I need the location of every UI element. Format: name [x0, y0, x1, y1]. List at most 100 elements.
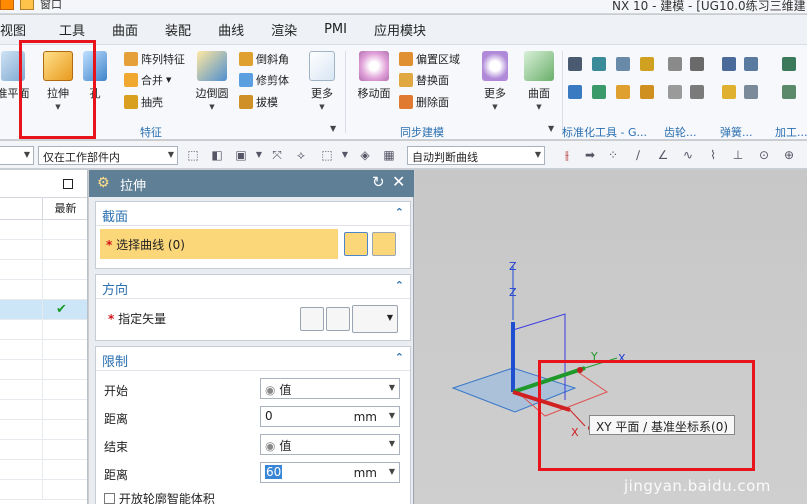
points-icon[interactable]: ⁘: [606, 148, 620, 162]
move-face-button[interactable]: 移动面: [354, 51, 394, 101]
process-tool-icon[interactable]: [782, 57, 796, 71]
start-type-select[interactable]: ◉ 值 ▼: [260, 378, 400, 399]
table-row[interactable]: [0, 340, 87, 360]
window-menu[interactable]: 窗口: [40, 0, 62, 12]
snap-icon[interactable]: ▣: [234, 148, 248, 162]
gear-tool-icon[interactable]: [690, 85, 704, 99]
feature-icon[interactable]: ⟡: [294, 148, 308, 162]
chamfer-button[interactable]: 倒斜角: [239, 51, 289, 67]
reverse-direction-icon[interactable]: [300, 307, 324, 331]
menu-assembly[interactable]: 装配: [155, 20, 208, 39]
center-icon[interactable]: ⊕: [782, 148, 796, 162]
table-row[interactable]: [0, 440, 87, 460]
body-icon[interactable]: ▦: [382, 148, 396, 162]
table-row[interactable]: [0, 380, 87, 400]
more-sync-dropdown-icon[interactable]: ▼: [492, 103, 497, 111]
table-row[interactable]: [0, 240, 87, 260]
std-tool-icon[interactable]: [568, 57, 582, 71]
reset-icon[interactable]: ↻: [372, 173, 385, 191]
more-sync-button[interactable]: 更多 ▼: [478, 51, 512, 111]
std-tool-icon[interactable]: [616, 85, 630, 99]
menu-surface[interactable]: 曲面: [102, 20, 155, 39]
select-icon[interactable]: ◧: [210, 148, 224, 162]
curve-select-icon[interactable]: [372, 232, 396, 256]
surface-button[interactable]: 曲面 ▼: [521, 51, 557, 111]
menu-tools[interactable]: 工具: [43, 20, 102, 39]
curve-rule-select[interactable]: 自动判断曲线 ▼: [407, 146, 545, 165]
offset-region-button[interactable]: 偏置区域: [399, 51, 460, 67]
gear-tool-icon[interactable]: [668, 85, 682, 99]
tangent-icon[interactable]: ∠: [656, 148, 670, 162]
std-tool-icon[interactable]: [616, 57, 630, 71]
direction-header[interactable]: 方向 ⌃: [96, 275, 410, 299]
pattern-feature-button[interactable]: 阵列特征: [124, 51, 185, 67]
chevron-up-icon[interactable]: ⌃: [395, 351, 404, 364]
arrow-right-icon[interactable]: ➡: [583, 148, 597, 162]
spring-tool-icon[interactable]: [722, 57, 736, 71]
circle-point-icon[interactable]: ⊙: [757, 148, 771, 162]
filter-icon[interactable]: ⬚: [186, 148, 200, 162]
table-row[interactable]: [0, 220, 87, 240]
line-icon[interactable]: ∕: [631, 148, 645, 162]
table-row[interactable]: [0, 400, 87, 420]
chevron-up-icon[interactable]: ⌃: [395, 206, 404, 219]
shell-button[interactable]: 抽壳: [124, 94, 163, 110]
move-icon[interactable]: ⤧: [270, 148, 284, 162]
table-row-selected[interactable]: ✔: [0, 300, 87, 320]
end-type-select[interactable]: ◉ 值 ▼: [260, 434, 400, 455]
process-tool-icon[interactable]: [782, 85, 796, 99]
edge-blend-button[interactable]: 边倒圆 ▼: [193, 51, 231, 111]
table-row[interactable]: [0, 260, 87, 280]
spring-tool-icon[interactable]: [722, 85, 736, 99]
menu-view[interactable]: 视图: [0, 20, 43, 39]
unite-dropdown-icon[interactable]: ▼: [166, 76, 171, 84]
table-row[interactable]: [0, 320, 87, 340]
replace-face-button[interactable]: 替换面: [399, 72, 449, 88]
gear-icon[interactable]: ⚙: [97, 175, 110, 191]
end-distance-input[interactable]: 60 mm ▼: [260, 462, 400, 483]
table-row[interactable]: [0, 360, 87, 380]
delete-face-button[interactable]: 删除面: [399, 94, 449, 110]
box-select-dropdown-icon[interactable]: ▼: [338, 148, 352, 162]
select-curve-field[interactable]: * 选择曲线 (0): [100, 229, 338, 259]
vector-type-select[interactable]: ▼: [352, 305, 398, 333]
gear-tool-icon[interactable]: [690, 57, 704, 71]
selection-scope-select[interactable]: 仅在工作部件内 ▼: [38, 146, 178, 165]
unite-button[interactable]: 合并 ▼: [124, 72, 171, 88]
vector-dialog-icon[interactable]: [326, 307, 350, 331]
nx-logo-icon[interactable]: [0, 0, 14, 10]
std-tool-icon[interactable]: [592, 85, 606, 99]
more-features-dropdown-icon[interactable]: ▼: [319, 103, 324, 111]
surface-dropdown-icon[interactable]: ▼: [536, 103, 541, 111]
std-tool-icon[interactable]: [592, 57, 606, 71]
spring-tool-icon[interactable]: [744, 85, 758, 99]
table-row[interactable]: [0, 280, 87, 300]
tool-icon[interactable]: [20, 0, 34, 10]
std-tool-icon[interactable]: [640, 85, 654, 99]
limits-header[interactable]: 限制 ⌃: [96, 347, 410, 371]
sync-group-dropdown-icon[interactable]: ▼: [548, 124, 554, 133]
std-tool-icon[interactable]: [640, 57, 654, 71]
menu-applications[interactable]: 应用模块: [364, 20, 443, 39]
chevron-up-icon[interactable]: ⌃: [395, 279, 404, 292]
spring-tool-icon[interactable]: [744, 57, 758, 71]
open-profile-checkbox[interactable]: [104, 493, 115, 504]
section-header[interactable]: 截面 ⌃: [96, 202, 410, 226]
snap-dropdown-icon[interactable]: ▼: [252, 148, 266, 162]
sketch-section-icon[interactable]: [344, 232, 368, 256]
std-tool-icon[interactable]: [568, 85, 582, 99]
vector-dropdown-icon[interactable]: ▼: [387, 313, 393, 322]
table-row[interactable]: [0, 460, 87, 480]
edge-blend-dropdown-icon[interactable]: ▼: [209, 103, 214, 111]
curve-icon[interactable]: ∿: [681, 148, 695, 162]
menu-render[interactable]: 渲染: [261, 20, 314, 39]
menu-pmi[interactable]: PMI: [314, 22, 364, 37]
close-icon[interactable]: ✕: [392, 172, 405, 191]
trim-body-button[interactable]: 修剪体: [239, 72, 289, 88]
table-row[interactable]: [0, 420, 87, 440]
menu-curve[interactable]: 曲线: [208, 20, 261, 39]
feature-group-dropdown-icon[interactable]: ▼: [330, 124, 336, 133]
column-latest[interactable]: 最新: [42, 198, 88, 220]
gear-tool-icon[interactable]: [668, 57, 682, 71]
more-features-button[interactable]: 更多 ▼: [305, 51, 339, 111]
